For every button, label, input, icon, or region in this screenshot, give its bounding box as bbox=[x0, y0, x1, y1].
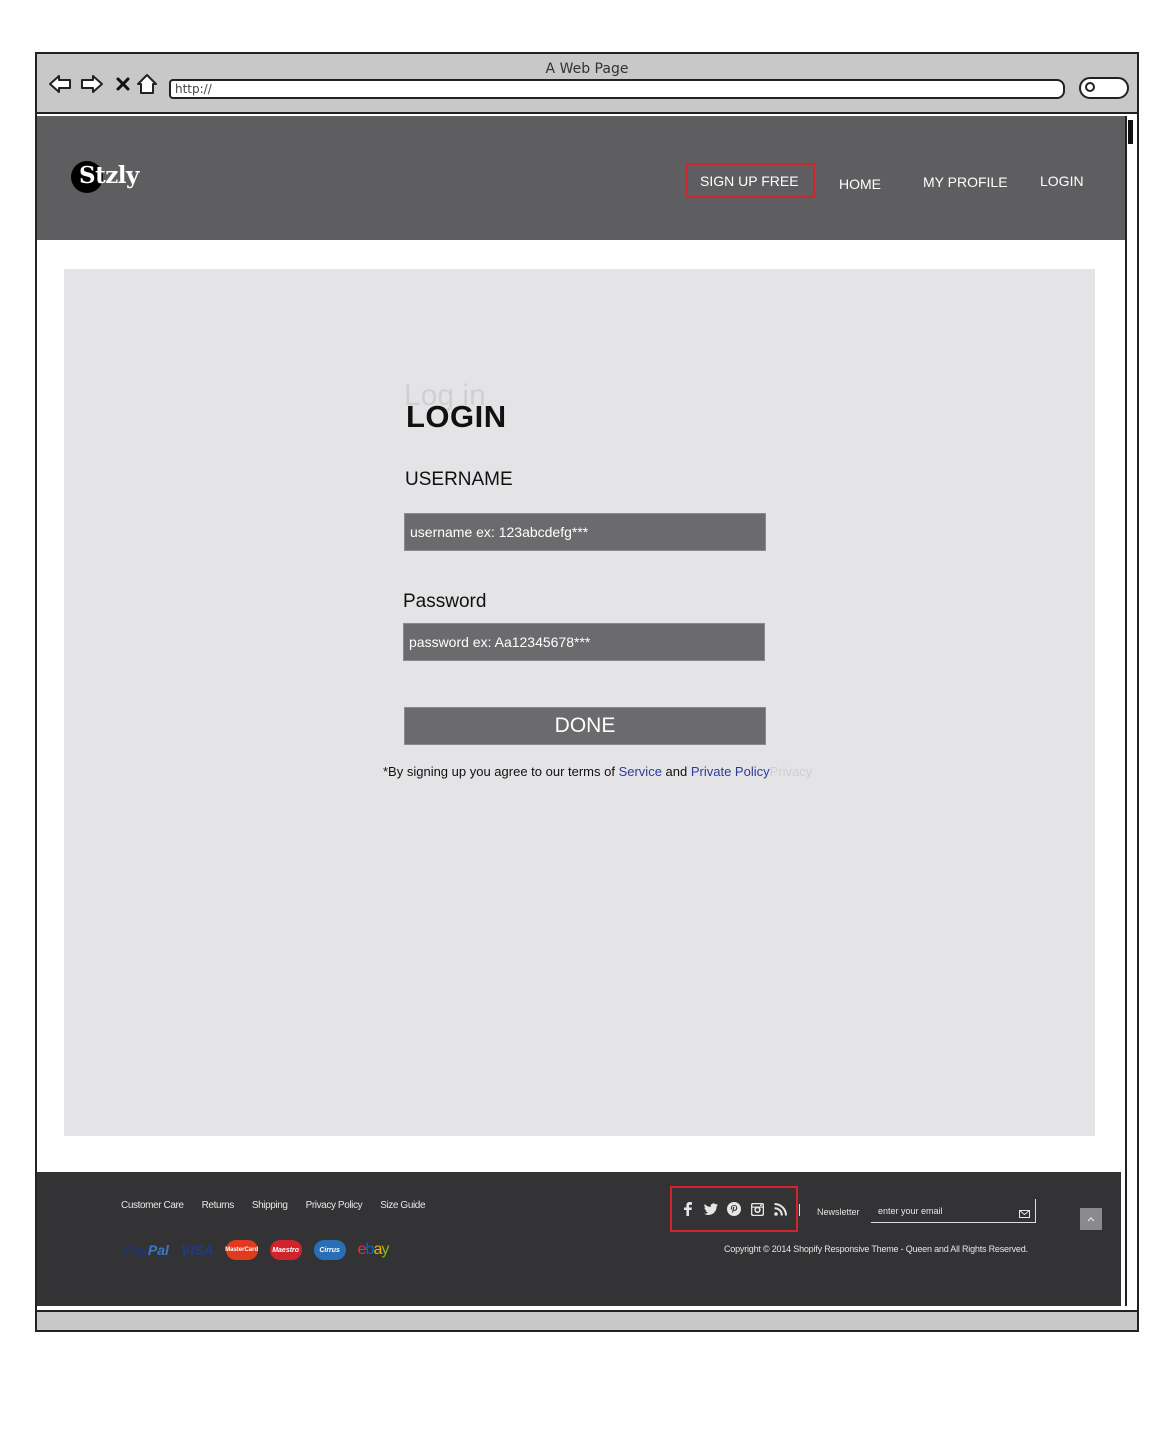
ebay-logo: ebay bbox=[357, 1240, 390, 1260]
scrollbar-thumb[interactable] bbox=[1128, 120, 1133, 144]
ebay-letter-y: y bbox=[381, 1241, 389, 1258]
envelope-icon[interactable] bbox=[1019, 1205, 1030, 1223]
site-header: Stzly SIGN UP FREE HOME MY PROFILE LOGIN bbox=[37, 116, 1129, 240]
url-bar[interactable]: http:// bbox=[169, 79, 1065, 99]
instagram-icon[interactable] bbox=[750, 1202, 764, 1216]
footer-divider bbox=[799, 1204, 800, 1216]
magnifier-icon bbox=[1085, 82, 1095, 92]
footer-link-shipping[interactable]: Shipping bbox=[252, 1200, 288, 1211]
site-footer: Customer Care Returns Shipping Privacy P… bbox=[37, 1172, 1121, 1306]
footer-link-size-guide[interactable]: Size Guide bbox=[380, 1200, 425, 1211]
page-scrollbar[interactable] bbox=[1125, 116, 1135, 1306]
back-to-top-button[interactable] bbox=[1080, 1208, 1102, 1230]
password-label: Password bbox=[403, 591, 487, 612]
nav-home[interactable]: HOME bbox=[839, 176, 881, 192]
social-links bbox=[670, 1186, 798, 1232]
terms-text: *By signing up you agree to our terms of bbox=[383, 764, 619, 779]
nav-login[interactable]: LOGIN bbox=[1040, 173, 1084, 189]
ebay-letter-b: b bbox=[365, 1241, 375, 1258]
page-title: LOGIN bbox=[406, 399, 507, 434]
browser-chrome: A Web Page http:// bbox=[37, 54, 1137, 114]
ebay-letter-a: a bbox=[373, 1241, 382, 1258]
password-input[interactable] bbox=[403, 623, 765, 661]
paypal-logo-part-a: Pay bbox=[123, 1242, 148, 1258]
mastercard-logo: MasterCard bbox=[225, 1240, 258, 1260]
stop-x-icon[interactable] bbox=[110, 72, 136, 96]
paypal-logo: Pay Pal bbox=[123, 1240, 169, 1260]
ebay-letter-e: e bbox=[357, 1241, 367, 1258]
footer-link-customer-care[interactable]: Customer Care bbox=[121, 1200, 184, 1211]
footer-link-returns[interactable]: Returns bbox=[202, 1200, 235, 1211]
copyright-text: Copyright © 2014 Shopify Responsive Them… bbox=[724, 1244, 1028, 1254]
maestro-logo: Maestro bbox=[269, 1240, 302, 1260]
home-icon[interactable] bbox=[134, 72, 160, 96]
rss-icon[interactable] bbox=[773, 1202, 787, 1216]
username-label: USERNAME bbox=[405, 469, 513, 490]
newsletter-label: Newsletter bbox=[817, 1207, 860, 1217]
browser-status-bar bbox=[37, 1310, 1137, 1330]
forward-arrow-icon[interactable] bbox=[79, 72, 105, 96]
service-link[interactable]: Service bbox=[619, 764, 662, 779]
username-input[interactable] bbox=[404, 513, 766, 551]
visa-logo: VISA bbox=[180, 1242, 214, 1258]
logo-text: Stzly bbox=[79, 162, 139, 189]
payment-logos: Pay Pal VISA MasterCard Maestro Cirrus eb… bbox=[123, 1240, 390, 1260]
newsletter-email-input[interactable] bbox=[871, 1199, 1036, 1223]
browser-search-field[interactable] bbox=[1079, 77, 1129, 99]
nav-my-profile[interactable]: MY PROFILE bbox=[923, 174, 1008, 190]
terms-notice: *By signing up you agree to our terms of… bbox=[383, 764, 812, 779]
cirrus-logo: Cirrus bbox=[313, 1240, 346, 1260]
paypal-logo-part-b: Pal bbox=[147, 1242, 169, 1258]
footer-links: Customer Care Returns Shipping Privacy P… bbox=[121, 1200, 426, 1211]
chevron-up-icon bbox=[1087, 1217, 1095, 1222]
browser-window: A Web Page http:// Stzly SIGN UP FREE HO… bbox=[35, 52, 1139, 1332]
twitter-icon[interactable] bbox=[704, 1202, 718, 1216]
done-button[interactable]: DONE bbox=[404, 707, 766, 745]
nav-signup-free[interactable]: SIGN UP FREE bbox=[700, 173, 799, 189]
faint-privacy-text: Privacy bbox=[769, 764, 813, 779]
privacy-policy-link[interactable]: Private Policy bbox=[691, 764, 770, 779]
pinterest-icon[interactable] bbox=[727, 1202, 741, 1216]
logo[interactable]: Stzly bbox=[71, 161, 139, 193]
facebook-icon[interactable] bbox=[681, 1202, 695, 1216]
login-panel: Log in LOGIN USERNAME Password DONE *By … bbox=[64, 269, 1095, 1136]
terms-and-text: and bbox=[661, 764, 691, 779]
footer-link-privacy-policy[interactable]: Privacy Policy bbox=[306, 1200, 363, 1211]
window-title: A Web Page bbox=[545, 61, 629, 77]
back-arrow-icon[interactable] bbox=[47, 72, 73, 96]
